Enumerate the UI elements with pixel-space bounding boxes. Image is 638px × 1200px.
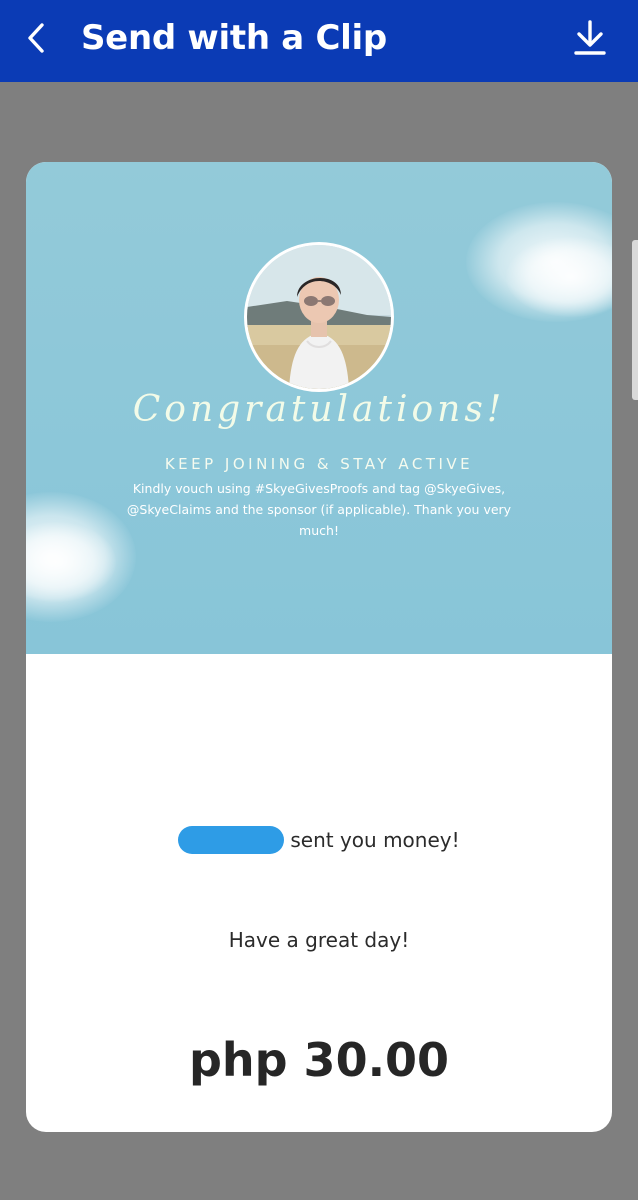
avatar: [244, 242, 394, 392]
chevron-left-icon: [26, 22, 46, 58]
page-title: Send with a Clip: [81, 18, 387, 58]
scrollbar-thumb[interactable]: [632, 240, 638, 400]
sent-money-line: sent you money!: [26, 826, 612, 854]
sent-money-text: sent you money!: [290, 828, 460, 852]
congratulations-headline: Congratulations!: [132, 389, 506, 430]
back-button[interactable]: [18, 20, 54, 60]
app-header: Send with a Clip: [0, 0, 638, 82]
vouch-message: Kindly vouch using #SkyeGivesProofs and …: [126, 481, 512, 538]
amount-value: php 30.00: [188, 1033, 450, 1087]
download-icon: [573, 19, 607, 61]
greeting-text: Have a great day!: [228, 928, 410, 952]
subheadline: KEEP JOINING & STAY ACTIVE: [164, 455, 474, 473]
download-button[interactable]: [570, 18, 610, 62]
clip-banner: Congratulations! KEEP JOINING & STAY ACT…: [26, 162, 612, 654]
redacted-sender-name: [178, 826, 285, 854]
clip-card: Congratulations! KEEP JOINING & STAY ACT…: [26, 162, 612, 1132]
